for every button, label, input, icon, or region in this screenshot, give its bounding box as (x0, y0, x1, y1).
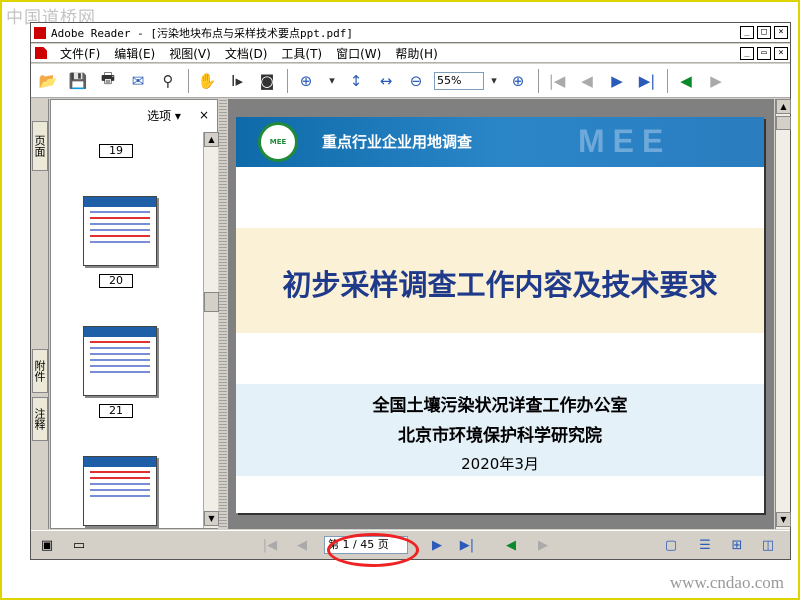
doc-scroll-down-icon[interactable]: ▼ (776, 512, 791, 527)
next-page-icon[interactable]: ▶ (605, 69, 629, 93)
status-last-page-icon[interactable]: ▶| (457, 536, 477, 556)
save-icon[interactable]: 💾 (66, 69, 90, 93)
panel-splitter[interactable] (219, 99, 227, 529)
facing-view-icon[interactable]: ⊞ (727, 536, 747, 556)
toolbar-separator (667, 68, 668, 93)
page-number-label: 19 (99, 144, 133, 158)
page-thumbnail-20[interactable] (83, 196, 157, 266)
watermark-bottom: www.cndao.com (669, 573, 784, 592)
menu-bar: 文件(F) 编辑(E) 视图(V) 文档(D) 工具(T) 窗口(W) 帮助(H… (31, 44, 790, 63)
slide-page: MEE 重点行业企业用地调查 MEE 初步采样调查工作内容及技术要求 全国土壤污… (236, 117, 764, 513)
info-band: 全国土壤污染状况详查工作办公室 北京市环境保护科学研究院 2020年3月 (236, 384, 764, 476)
toolbar-separator (287, 68, 288, 93)
menu-tools[interactable]: 工具(T) (274, 45, 329, 62)
toolbar-separator (188, 68, 189, 93)
slide-date: 2020年3月 (461, 455, 539, 473)
zoom-in-tool-icon[interactable]: ⊕ (294, 69, 318, 93)
doc-scroll-up-icon[interactable]: ▲ (776, 99, 791, 114)
previous-page-icon[interactable]: ◀ (575, 69, 599, 93)
organization-line-2: 北京市环境保护科学研究院 (398, 426, 602, 446)
page-thumbnail-21[interactable] (83, 326, 157, 396)
print-icon[interactable]: 🖶 (96, 69, 120, 93)
status-first-page-icon[interactable]: |◀ (260, 536, 280, 556)
slide-main-title: 初步采样调查工作内容及技术要求 (282, 268, 718, 302)
title-bar: Adobe Reader - [污染地块布点与采样技术要点ppt.pdf] _ … (31, 23, 790, 43)
single-page-view-icon[interactable]: ▢ (661, 536, 681, 556)
go-back-icon[interactable]: ◀ (674, 69, 698, 93)
menu-edit[interactable]: 编辑(E) (107, 45, 162, 62)
page-number-label: 20 (99, 274, 133, 288)
tab-attachments[interactable]: 附件 (32, 349, 48, 393)
tab-comments[interactable]: 注释 (32, 397, 48, 441)
adobe-reader-icon (34, 26, 46, 39)
page-thumbnail-22[interactable] (83, 456, 157, 526)
pdf-document-icon (35, 47, 47, 59)
close-button[interactable]: × (774, 26, 788, 39)
menu-help[interactable]: 帮助(H) (388, 45, 444, 62)
first-page-icon[interactable]: |◀ (545, 69, 569, 93)
highlight-ellipse (327, 533, 419, 567)
zoom-out-icon[interactable]: ⊖ (404, 69, 428, 93)
document-scrollbar[interactable]: ▲ ▼ (775, 99, 791, 529)
status-go-back-icon[interactable]: ◀ (501, 536, 521, 556)
menu-window[interactable]: 窗口(W) (329, 45, 388, 62)
toolbar-separator (538, 68, 539, 93)
scrollbar-thumb[interactable] (204, 292, 219, 312)
email-icon[interactable]: ✉ (126, 69, 150, 93)
zoom-in-icon[interactable]: ⊕ (506, 69, 530, 93)
thumbnail-list: 19 20 21 (51, 132, 201, 528)
screenshot-frame: 中国道桥网 Adobe Reader - [污染地块布点与采样技术要点ppt.p… (0, 0, 800, 600)
menu-file[interactable]: 文件(F) (53, 45, 107, 62)
slide-header-title: 重点行业企业用地调查 (322, 133, 473, 151)
mee-logo: MEE (258, 122, 298, 162)
slide-header-watermark: MEE (578, 123, 672, 159)
chevron-down-icon[interactable]: ▾ (324, 69, 340, 93)
zoom-dropdown-icon[interactable]: ▾ (486, 69, 502, 93)
status-go-forward-icon[interactable]: ▶ (533, 536, 553, 556)
page-layout-icon[interactable]: ▭ (69, 536, 89, 556)
doc-restore-button[interactable]: ▭ (757, 47, 771, 60)
maximize-button[interactable]: □ (757, 26, 771, 39)
doc-close-button[interactable]: × (774, 47, 788, 60)
options-menu[interactable]: 选项 ▾ (147, 107, 181, 124)
fit-page-icon[interactable]: ↕ (344, 69, 368, 93)
organization-line-1: 全国土壤污染状况详查工作办公室 (372, 396, 628, 416)
continuous-facing-view-icon[interactable]: ◫ (758, 536, 778, 556)
doc-minimize-button[interactable]: _ (740, 47, 754, 60)
navigation-tabs: 页面 附件 注释 (31, 99, 49, 529)
toolbar: 📂 💾 🖶 ✉ ⚲ ✋ I▸ ◙ ⊕ ▾ ↕ ↔ ⊖ 55% ▾ ⊕ |◀ ◀ … (31, 64, 790, 98)
window-title: Adobe Reader - [污染地块布点与采样技术要点ppt.pdf] (51, 26, 353, 40)
monitor-icon[interactable]: ▣ (37, 536, 57, 556)
snapshot-camera-icon[interactable]: ◙ (255, 69, 279, 93)
title-band: 初步采样调查工作内容及技术要求 (236, 228, 764, 333)
scroll-up-icon[interactable]: ▲ (204, 132, 219, 147)
hand-tool-icon[interactable]: ✋ (195, 69, 219, 93)
open-folder-icon[interactable]: 📂 (36, 69, 60, 93)
minimize-button[interactable]: _ (740, 26, 754, 39)
scroll-down-icon[interactable]: ▼ (204, 511, 219, 526)
go-forward-icon[interactable]: ▶ (704, 69, 728, 93)
select-text-icon[interactable]: I▸ (225, 69, 249, 93)
thumbnail-scrollbar[interactable]: ▲ ▼ (203, 132, 219, 528)
search-binoculars-icon[interactable]: ⚲ (156, 69, 180, 93)
tab-pages[interactable]: 页面 (32, 121, 48, 171)
menu-view[interactable]: 视图(V) (162, 45, 218, 62)
doc-scroll-thumb[interactable] (776, 116, 791, 130)
last-page-icon[interactable]: ▶| (635, 69, 659, 93)
fit-width-icon[interactable]: ↔ (374, 69, 398, 93)
panel-close-icon[interactable]: × (199, 108, 209, 122)
menu-document[interactable]: 文档(D) (218, 45, 275, 62)
page-number-label: 21 (99, 404, 133, 418)
slide-header: MEE 重点行业企业用地调查 MEE (236, 117, 764, 167)
zoom-input[interactable]: 55% (434, 71, 484, 90)
document-view[interactable]: MEE 重点行业企业用地调查 MEE 初步采样调查工作内容及技术要求 全国土壤污… (228, 99, 774, 529)
status-previous-page-icon[interactable]: ◀ (292, 536, 312, 556)
status-next-page-icon[interactable]: ▶ (427, 536, 447, 556)
reader-window: Adobe Reader - [污染地块布点与采样技术要点ppt.pdf] _ … (30, 22, 791, 560)
continuous-view-icon[interactable]: ☰ (695, 536, 715, 556)
pages-panel: 选项 ▾ × 19 20 21 ▲ ▼ (50, 99, 219, 529)
